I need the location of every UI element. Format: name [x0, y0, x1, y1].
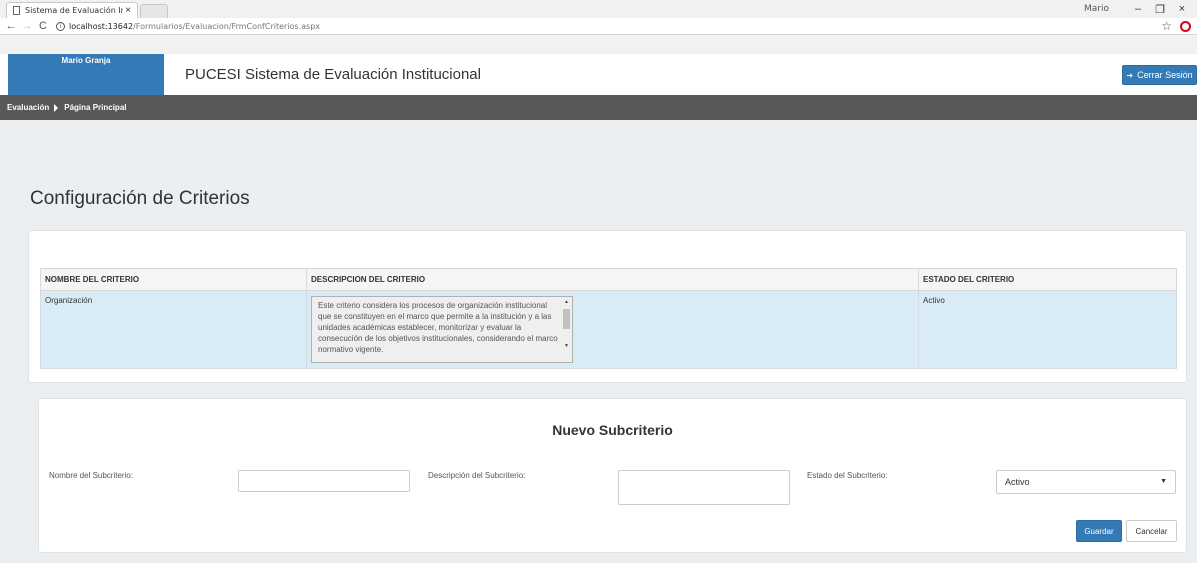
new-subcriterion-title: Nuevo Subcriterio	[552, 422, 673, 438]
criterion-description-textarea[interactable]: Este criterio considera los procesos de …	[311, 296, 573, 363]
window-close-icon[interactable]: ×	[1171, 3, 1193, 15]
subcriterion-name-input[interactable]	[238, 470, 410, 492]
subcriterion-description-input[interactable]	[618, 470, 790, 505]
window-controls: Mario – ❐ ×	[1084, 0, 1193, 18]
criterion-name-cell: Organización	[40, 290, 307, 369]
address-bar-actions: ☆	[1161, 19, 1191, 33]
logout-label: Cerrar Sesión	[1137, 70, 1193, 80]
table-row[interactable]: Organización Este criterio considera los…	[40, 290, 1177, 369]
new-tab-button[interactable]	[140, 4, 168, 18]
info-icon[interactable]: i	[56, 21, 65, 31]
breadcrumb-evaluacion[interactable]: Evaluación	[7, 103, 49, 112]
main-content: Configuración de Criterios NOMBRE DEL CR…	[0, 120, 1197, 563]
table-header-row: NOMBRE DEL CRITERIO DESCRIPCION DEL CRIT…	[40, 268, 1177, 291]
criteria-table: NOMBRE DEL CRITERIO DESCRIPCION DEL CRIT…	[40, 268, 1177, 369]
new-subcriterion-panel: Nuevo Subcriterio Nombre del Subcriterio…	[38, 398, 1187, 553]
logout-icon: ➜	[1126, 70, 1134, 80]
minimize-icon[interactable]: –	[1127, 3, 1149, 15]
scroll-thumb[interactable]	[563, 309, 570, 329]
url-path: /Formularios/Evaluacion/FrmConfCriterios…	[133, 21, 321, 31]
save-button[interactable]: Guardar	[1076, 520, 1122, 542]
description-scrollbar[interactable]: ▲ ▼	[562, 298, 571, 362]
criterion-status-cell: Activo	[918, 290, 1177, 369]
column-header-name: NOMBRE DEL CRITERIO	[40, 268, 307, 291]
profile-name[interactable]: Mario	[1084, 4, 1109, 14]
browser-tab[interactable]: Sistema de Evaluación In ×	[6, 2, 138, 18]
user-name-box: Mario Granja	[8, 54, 164, 95]
column-header-status: ESTADO DEL CRITERIO	[918, 268, 1177, 291]
browser-tabstrip: Sistema de Evaluación In × Mario – ❐ ×	[0, 0, 1197, 18]
breadcrumb-pagina-principal[interactable]: Página Principal	[64, 103, 126, 112]
page-title: Configuración de Criterios	[30, 188, 250, 209]
caret-right-icon	[54, 103, 59, 112]
close-tab-icon[interactable]: ×	[123, 5, 133, 16]
subcriterion-status-value: Activo	[1005, 477, 1030, 487]
browser-tab-title: Sistema de Evaluación In	[25, 6, 123, 15]
scroll-down-icon[interactable]: ▼	[562, 342, 571, 350]
page-icon	[13, 6, 20, 15]
opera-icon[interactable]	[1180, 20, 1191, 32]
criteria-panel: NOMBRE DEL CRITERIO DESCRIPCION DEL CRIT…	[28, 230, 1187, 383]
address-bar: ← → C i localhost:13642/Formularios/Eval…	[0, 18, 1197, 35]
breadcrumb: Evaluación Página Principal	[0, 95, 1197, 120]
reload-icon[interactable]: C	[36, 20, 50, 32]
bookmark-star-icon[interactable]: ☆	[1161, 19, 1172, 33]
cancel-button[interactable]: Cancelar	[1126, 520, 1177, 542]
subcriterion-name-label: Nombre del Subcriterio:	[49, 471, 134, 480]
forward-icon[interactable]: →	[20, 20, 34, 32]
chevron-down-icon: ▼	[1160, 478, 1167, 485]
column-header-description: DESCRIPCION DEL CRITERIO	[306, 268, 919, 291]
logout-button[interactable]: ➜ Cerrar Sesión	[1122, 65, 1197, 85]
scroll-up-icon[interactable]: ▲	[562, 298, 571, 306]
url-host: localhost:13642	[69, 21, 134, 31]
app-brand[interactable]: PUCESI Sistema de Evaluación Institucion…	[185, 66, 481, 83]
subcriterion-status-label: Estado del Subcriterio:	[807, 471, 888, 480]
criterion-description-cell: Este criterio considera los procesos de …	[306, 290, 919, 369]
url-field[interactable]: i localhost:13642/Formularios/Evaluacion…	[56, 21, 321, 31]
subcriterion-description-label: Descripción del Subcriterio:	[428, 471, 526, 480]
app-header: Mario Granja PUCESI Sistema de Evaluació…	[0, 54, 1197, 95]
subcriterion-status-select[interactable]: Activo ▼	[996, 470, 1176, 494]
back-icon[interactable]: ←	[4, 20, 18, 32]
criterion-description-text: Este criterio considera los procesos de …	[318, 301, 558, 354]
restore-icon[interactable]: ❐	[1149, 3, 1171, 16]
